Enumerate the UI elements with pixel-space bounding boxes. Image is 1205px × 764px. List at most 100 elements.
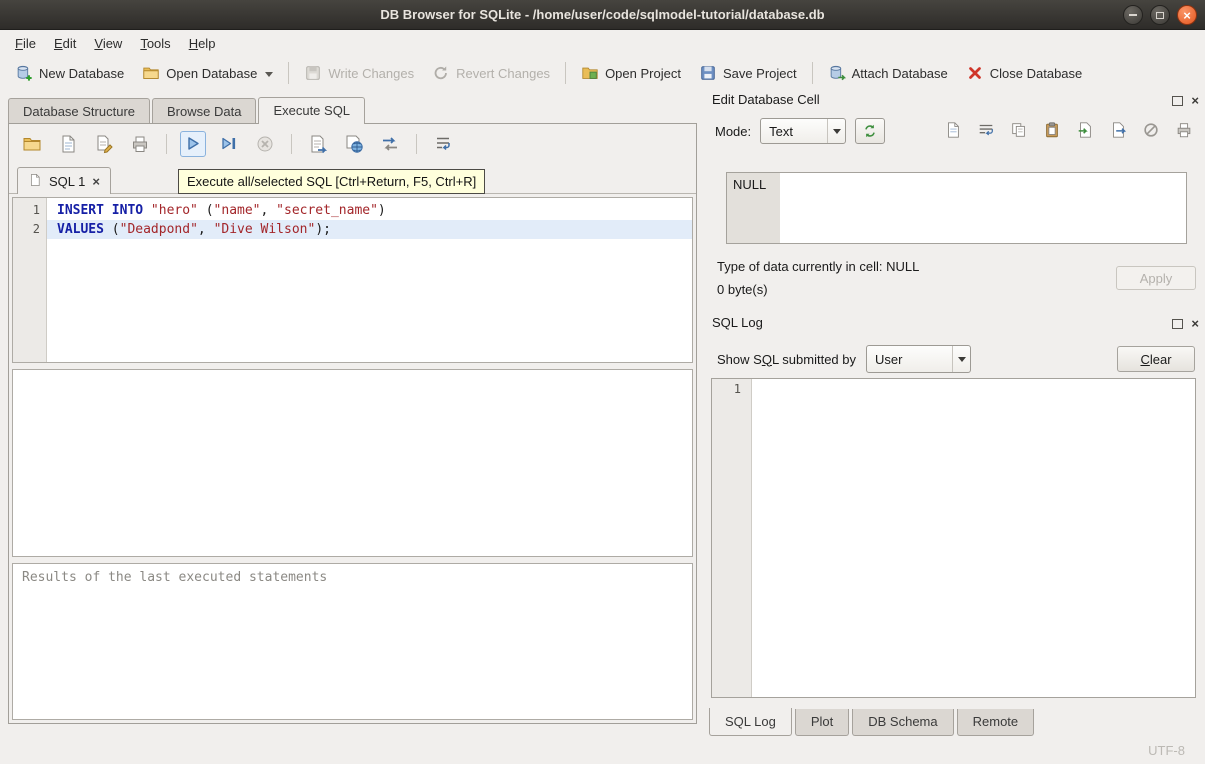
write-changes-button: Write Changes xyxy=(295,59,423,87)
sql-log-dock-controls: × xyxy=(1172,317,1199,330)
sql-document-icon xyxy=(28,173,42,190)
maximize-icon xyxy=(1156,12,1164,19)
word-wrap-button[interactable] xyxy=(430,131,456,157)
sql-log-filter-row: Show SQL submitted by User Clear xyxy=(717,344,1195,374)
float-panel-icon[interactable] xyxy=(1172,96,1183,106)
open-database-icon xyxy=(142,64,160,82)
app-window: DB Browser for SQLite - /home/user/code/… xyxy=(0,0,1205,764)
save-project-icon xyxy=(699,64,717,82)
line-number-gutter: 1 2 xyxy=(13,198,47,362)
right-panel: Edit Database Cell × Mode: Text xyxy=(703,88,1205,764)
sql-line-2: VALUES ("Deadpond", "Dive Wilson"); xyxy=(47,220,692,239)
copy-icon[interactable] xyxy=(1010,121,1030,141)
menu-file[interactable]: File xyxy=(6,32,45,55)
menu-edit[interactable]: Edit xyxy=(45,32,85,55)
tab-remote[interactable]: Remote xyxy=(957,709,1035,736)
attach-database-button[interactable]: Attach Database xyxy=(819,59,957,87)
close-panel-icon[interactable]: × xyxy=(1191,317,1199,330)
close-panel-icon[interactable]: × xyxy=(1191,94,1199,107)
close-icon: × xyxy=(1183,9,1191,22)
import-icon[interactable] xyxy=(1076,121,1096,141)
word-wrap-icon[interactable] xyxy=(977,121,997,141)
execute-sql-tooltip: Execute all/selected SQL [Ctrl+Return, F… xyxy=(178,169,485,194)
save-sql-file-as-button[interactable] xyxy=(91,131,117,157)
results-message-pane[interactable]: Results of the last executed statements xyxy=(12,563,693,720)
close-database-icon xyxy=(966,64,984,82)
export-results-button[interactable] xyxy=(305,131,331,157)
sql-toolbar-separator xyxy=(416,134,417,154)
tab-plot[interactable]: Plot xyxy=(795,709,849,736)
paste-icon[interactable] xyxy=(1043,121,1063,141)
write-changes-icon xyxy=(304,64,322,82)
edit-cell-dock-controls: × xyxy=(1172,94,1199,107)
tab-database-structure[interactable]: Database Structure xyxy=(8,98,150,123)
export-icon[interactable] xyxy=(1109,121,1129,141)
browse-results-button[interactable] xyxy=(341,131,367,157)
menu-tools[interactable]: Tools xyxy=(131,32,179,55)
document-icon[interactable] xyxy=(944,121,964,141)
mode-combobox[interactable]: Text xyxy=(760,118,846,144)
sql-document-tab[interactable]: SQL 1 × xyxy=(17,167,111,194)
print-cell-icon[interactable] xyxy=(1175,121,1195,141)
new-database-icon xyxy=(15,64,33,82)
clear-log-button[interactable]: Clear xyxy=(1117,346,1195,372)
open-project-button[interactable]: Open Project xyxy=(572,59,690,87)
cell-null-indicator: NULL xyxy=(727,173,780,243)
mode-value: Text xyxy=(769,124,793,139)
open-database-button[interactable]: Open Database xyxy=(133,59,282,87)
close-database-button[interactable]: Close Database xyxy=(957,59,1092,87)
maximize-button[interactable] xyxy=(1150,5,1170,25)
open-sql-file-button[interactable] xyxy=(19,131,45,157)
toolbar-separator xyxy=(565,62,566,84)
find-replace-button[interactable] xyxy=(377,131,403,157)
attach-database-icon xyxy=(828,64,846,82)
tab-db-schema[interactable]: DB Schema xyxy=(852,709,953,736)
execute-sql-panel: SQL 1 × 1 2 INSERT INTO "hero" ("name", … xyxy=(8,123,697,724)
minimize-button[interactable] xyxy=(1123,5,1143,25)
apply-button: Apply xyxy=(1116,266,1196,290)
print-button[interactable] xyxy=(127,131,153,157)
submitted-by-dropdown-zone xyxy=(952,346,970,372)
main-toolbar: New Database Open Database Write Changes… xyxy=(0,56,1205,90)
edit-cell-icon-strip xyxy=(944,121,1195,141)
edit-cell-toolbar: Mode: Text xyxy=(715,116,1195,146)
save-sql-file-button[interactable] xyxy=(55,131,81,157)
save-project-button[interactable]: Save Project xyxy=(690,59,806,87)
line-number: 1 xyxy=(13,201,40,220)
chevron-down-icon xyxy=(958,357,966,362)
tab-sql-log[interactable]: SQL Log xyxy=(709,708,792,736)
sql-toolbar-separator xyxy=(166,134,167,154)
submitted-by-value: User xyxy=(875,352,902,367)
window-controls: × xyxy=(1123,5,1197,25)
float-panel-icon[interactable] xyxy=(1172,319,1183,329)
toolbar-separator xyxy=(812,62,813,84)
execute-current-line-button[interactable] xyxy=(216,131,242,157)
sql-toolbar-separator xyxy=(291,134,292,154)
close-button[interactable]: × xyxy=(1177,5,1197,25)
tab-browse-data[interactable]: Browse Data xyxy=(152,98,256,123)
toolbar-separator xyxy=(288,62,289,84)
sql-line-1: INSERT INTO "hero" ("name", "secret_name… xyxy=(47,201,692,220)
cell-type-text: Type of data currently in cell: NULL xyxy=(717,259,919,274)
sql-editor[interactable]: 1 2 INSERT INTO "hero" ("name", "secret_… xyxy=(12,197,693,363)
results-grid[interactable] xyxy=(12,369,693,557)
log-line-number-gutter: 1 xyxy=(712,379,752,697)
auto-switch-mode-button[interactable] xyxy=(855,118,885,144)
submitted-by-combobox[interactable]: User xyxy=(866,345,971,373)
sql-log-view[interactable]: 1 xyxy=(711,378,1196,698)
new-database-button[interactable]: New Database xyxy=(6,59,133,87)
set-null-icon[interactable] xyxy=(1142,121,1162,141)
sql-tab-close-icon[interactable]: × xyxy=(92,175,100,188)
tab-execute-sql[interactable]: Execute SQL xyxy=(258,97,365,124)
sql-code-area[interactable]: INSERT INTO "hero" ("name", "secret_name… xyxy=(47,198,692,362)
revert-changes-icon xyxy=(432,64,450,82)
menu-help[interactable]: Help xyxy=(180,32,225,55)
execute-sql-button[interactable] xyxy=(180,131,206,157)
log-line-number: 1 xyxy=(712,382,741,396)
main-tab-bar: Database Structure Browse Data Execute S… xyxy=(8,96,697,123)
filter-label: Show SQL submitted by xyxy=(717,352,856,367)
menu-view[interactable]: View xyxy=(85,32,131,55)
open-database-dropdown-icon[interactable] xyxy=(265,72,273,77)
cell-editor[interactable]: NULL xyxy=(726,172,1187,244)
mode-dropdown-zone xyxy=(827,119,845,143)
